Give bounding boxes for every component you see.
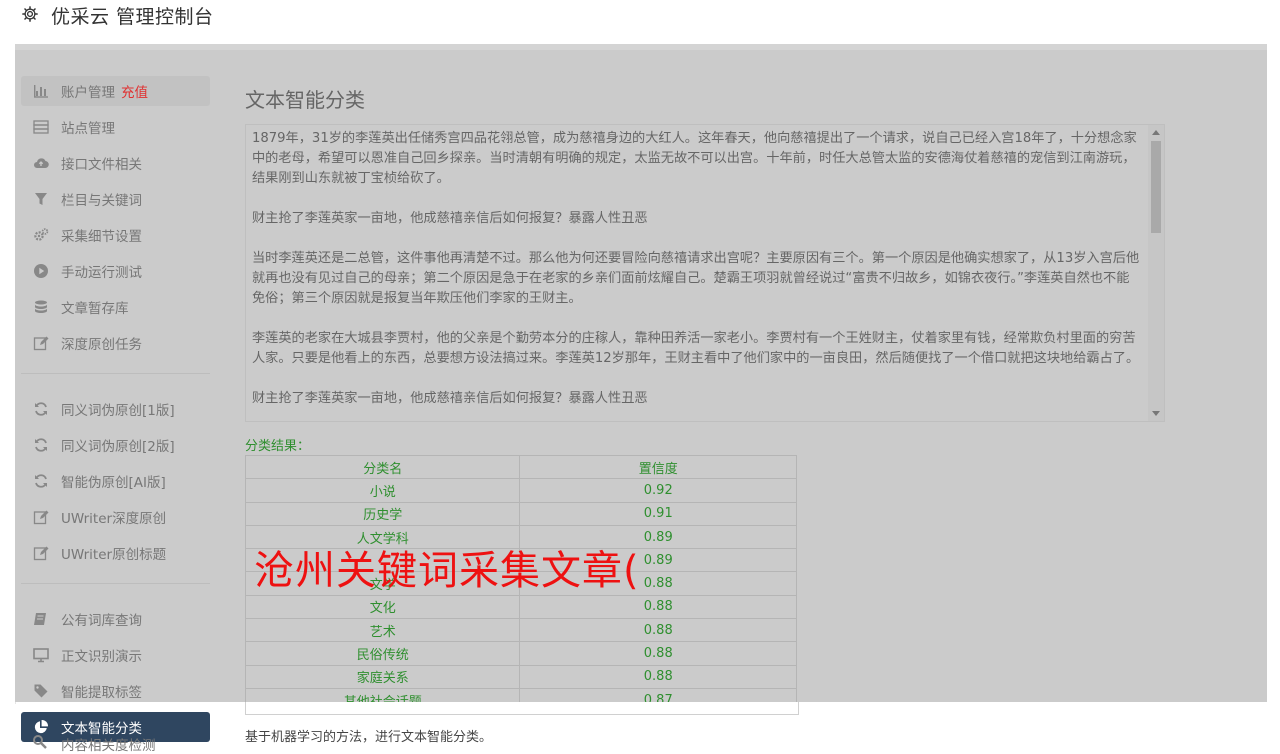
text-paragraph: 1879年，31岁的李莲英出任储秀宫四品花翎总管，成为慈禧身边的大红人。这年春天… <box>252 131 1137 186</box>
table-row: 民俗传统 0.88 <box>244 641 797 666</box>
table-row: 家庭关系 0.88 <box>244 664 797 689</box>
page-title: 文本智能分类 <box>245 88 365 112</box>
sidebar-item-account[interactable]: 账户管理 充值 <box>21 76 210 106</box>
sidebar-item-label: 站点管理 <box>61 121 115 137</box>
table-row: 文化 0.88 <box>244 594 797 620</box>
scroll-up-icon[interactable] <box>1152 130 1160 135</box>
sidebar-item-label: UWriter原创标题 <box>61 547 167 563</box>
sidebar-item-label: 正文识别演示 <box>61 649 142 665</box>
sidebar: 账户管理 充值 站点管理 接口文件相关 栏目与关键词 采集细节设置 手动运行测试 <box>21 76 211 748</box>
monitor-icon <box>32 646 50 664</box>
sidebar-item-label: 栏目与关键词 <box>61 193 142 209</box>
sidebar-item-columns-keywords[interactable]: 栏目与关键词 <box>21 184 210 214</box>
cloud-upload-icon <box>32 154 50 172</box>
sidebar-item-deep-original[interactable]: 深度原创任务 <box>21 328 210 358</box>
edit-icon <box>32 508 50 526</box>
sidebar-item-label: 内容相关度检测 <box>61 738 156 754</box>
server-icon <box>32 118 50 136</box>
bar-chart-icon <box>32 82 50 100</box>
sidebar-item-collect-settings[interactable]: 采集细节设置 <box>21 220 210 250</box>
sidebar-item-label: UWriter深度原创 <box>61 511 167 527</box>
result-label: 分类结果： <box>245 439 311 454</box>
category-cell: 文化 <box>244 594 521 620</box>
sidebar-item-interface-files[interactable]: 接口文件相关 <box>21 148 210 178</box>
category-cell: 小说 <box>244 478 521 503</box>
sidebar-item-label: 手动运行测试 <box>61 265 142 281</box>
sidebar-item-content-extract-demo[interactable]: 正文识别演示 <box>21 640 210 670</box>
top-bar: 优采云 管理控制台 <box>0 0 1280 44</box>
app-title: 优采云 管理控制台 <box>51 6 214 28</box>
sidebar-item-label: 采集细节设置 <box>61 229 142 245</box>
sidebar-divider <box>21 583 210 584</box>
table-row: 历史学 0.91 <box>244 501 797 526</box>
database-icon <box>32 298 50 316</box>
recharge-link[interactable]: 充值 <box>121 81 148 101</box>
text-paragraph: 当时李莲英还是二总管，这件事他再清楚不过。那么他为何还要冒险向慈禧请求出宫呢？主… <box>252 251 1140 306</box>
sidebar-item-sites[interactable]: 站点管理 <box>21 112 210 142</box>
sidebar-item-label: 同义词伪原创[1版] <box>61 403 175 419</box>
category-cell: 民俗传统 <box>244 641 521 666</box>
sidebar-item-label: 深度原创任务 <box>61 337 142 353</box>
watermark-overlay: 沧州关键词采集文章( <box>254 548 640 594</box>
cogs-icon <box>32 226 50 244</box>
sidebar-item-uwriter-deep[interactable]: UWriter深度原创 <box>21 502 210 532</box>
textarea-scrollbar[interactable] <box>1148 125 1164 421</box>
sidebar-divider <box>21 373 210 374</box>
sidebar-item-manual-test[interactable]: 手动运行测试 <box>21 256 210 286</box>
confidence-cell: 0.92 <box>519 478 797 503</box>
edit-icon <box>32 544 50 562</box>
scroll-down-icon[interactable] <box>1152 411 1160 416</box>
sidebar-item-label: 接口文件相关 <box>61 157 142 173</box>
book-icon <box>32 610 50 628</box>
category-cell: 历史学 <box>244 501 521 526</box>
tag-icon <box>32 682 50 700</box>
sidebar-item-ai-rewrite[interactable]: 智能伪原创[AI版] <box>21 466 210 496</box>
confidence-cell: 0.91 <box>519 501 797 526</box>
column-header-confidence: 置信度 <box>519 454 797 480</box>
category-cell: 家庭关系 <box>244 664 521 689</box>
table-row: 艺术 0.88 <box>244 618 797 643</box>
confidence-cell: 0.88 <box>519 618 797 643</box>
column-header-category: 分类名 <box>244 454 521 480</box>
confidence-cell: 0.88 <box>519 641 797 666</box>
sidebar-item-label: 账户管理 <box>61 85 115 101</box>
sidebar-item-uwriter-title[interactable]: UWriter原创标题 <box>21 538 210 568</box>
refresh-icon <box>32 472 50 490</box>
table-header-row: 分类名 置信度 <box>244 454 797 480</box>
sidebar-item-label: 公有词库查询 <box>61 613 142 629</box>
classify-text-input[interactable]: 1879年，31岁的李莲英出任储秀宫四品花翎总管，成为慈禧身边的大红人。这年春天… <box>245 124 1165 422</box>
filter-icon <box>32 190 50 208</box>
edit-icon <box>32 334 50 352</box>
confidence-cell: 0.88 <box>519 664 797 689</box>
sidebar-item-label: 同义词伪原创[2版] <box>61 439 175 455</box>
category-cell: 艺术 <box>244 618 521 643</box>
table-bottom-edge <box>245 702 799 715</box>
feature-description: 基于机器学习的方法，进行文本智能分类。 <box>245 730 493 745</box>
refresh-icon <box>32 436 50 454</box>
sidebar-item-synonym-v1[interactable]: 同义词伪原创[1版] <box>21 394 210 424</box>
text-paragraph: 财主抢了李莲英家一亩地，他成慈禧亲信后如何报复？暴露人性丑恶 <box>252 211 648 226</box>
text-content: 1879年，31岁的李莲英出任储秀宫四品花翎总管，成为慈禧身边的大红人。这年春天… <box>252 129 1142 421</box>
sidebar-item-synonym-v2[interactable]: 同义词伪原创[2版] <box>21 430 210 460</box>
sidebar-item-label: 智能伪原创[AI版] <box>61 475 166 491</box>
confidence-cell: 0.88 <box>519 594 797 620</box>
play-circle-icon <box>32 262 50 280</box>
wrench-icon <box>32 734 48 750</box>
sidebar-item-smart-tags[interactable]: 智能提取标签 <box>21 676 210 706</box>
text-paragraph: 财主抢了李莲英家一亩地，他成慈禧亲信后如何报复？暴露人性丑恶 <box>252 391 648 406</box>
sidebar-item-label: 文章暂存库 <box>61 301 129 317</box>
table-row: 小说 0.92 <box>244 478 797 503</box>
sidebar-item-relevance-check[interactable]: 内容相关度检测 <box>32 734 156 754</box>
sidebar-item-public-lexicon[interactable]: 公有词库查询 <box>21 604 210 634</box>
scrollbar-thumb[interactable] <box>1151 141 1161 233</box>
gear-icon <box>22 6 38 22</box>
refresh-icon <box>32 400 50 418</box>
text-paragraph: 李莲英的老家在大城县李贾村，他的父亲是个勤劳本分的庄稼人，靠种田养活一家老小。李… <box>252 331 1140 366</box>
sidebar-item-label: 智能提取标签 <box>61 685 142 701</box>
sidebar-item-article-store[interactable]: 文章暂存库 <box>21 292 210 322</box>
